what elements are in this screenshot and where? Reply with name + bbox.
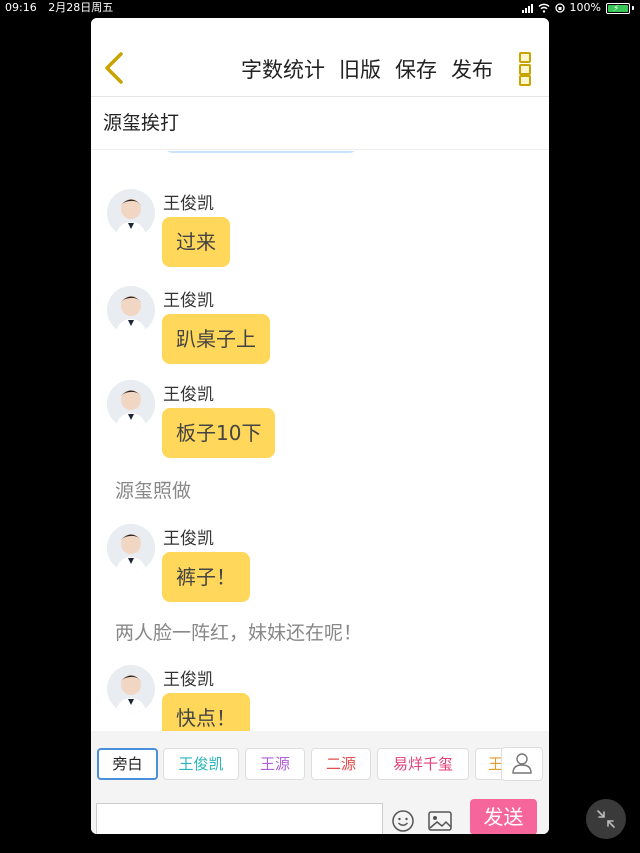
battery-percent: 100% bbox=[569, 1, 601, 14]
speaker-name: 王俊凯 bbox=[163, 194, 214, 214]
add-role-button[interactable] bbox=[501, 747, 543, 781]
battery-icon: ⚡ bbox=[606, 2, 630, 14]
send-button[interactable]: 发送 bbox=[470, 799, 537, 834]
smiley-icon[interactable] bbox=[391, 809, 415, 833]
composer-bar: 旁白 王俊凯 王源 二源 易烊千玺 王 发送 bbox=[91, 731, 549, 834]
cellular-signal-icon bbox=[521, 3, 533, 13]
top-toolbar: 字数统计 旧版 保存 发布 bbox=[91, 18, 549, 97]
publish-button[interactable]: 发布 bbox=[451, 54, 493, 84]
status-bar: 09:16 2月28日周五 100% ⚡ bbox=[0, 0, 640, 16]
role-chip-wangyuan[interactable]: 王源 bbox=[245, 748, 305, 780]
narration-text[interactable]: 源玺照做 bbox=[115, 476, 191, 503]
back-button[interactable] bbox=[101, 51, 127, 85]
role-chip-yiyangqianxi[interactable]: 易烊千玺 bbox=[377, 748, 469, 780]
role-selector: 旁白 王俊凯 王源 二源 易烊千玺 王 bbox=[97, 748, 537, 780]
avatar bbox=[107, 665, 155, 713]
story-title[interactable]: 源玺挨打 bbox=[91, 97, 549, 150]
role-chip-narrator[interactable]: 旁白 bbox=[97, 748, 158, 780]
editor-panel: 字数统计 旧版 保存 发布 源玺挨打 王俊凯 过来 王俊凯 趴桌子上 王俊凯 板… bbox=[91, 18, 549, 834]
message-bubble[interactable]: 快点！ bbox=[162, 693, 250, 731]
rotation-lock-icon bbox=[554, 3, 565, 13]
message-bubble[interactable]: 裤子！ bbox=[162, 552, 250, 602]
partial-bubble bbox=[163, 151, 359, 153]
avatar bbox=[107, 524, 155, 572]
more-vertical-icon bbox=[519, 52, 531, 63]
narration-text[interactable]: 两人脸一阵红，妹妹还在呢！ bbox=[115, 618, 362, 645]
speaker-name: 王俊凯 bbox=[163, 529, 214, 549]
person-icon bbox=[512, 753, 532, 774]
word-count-button[interactable]: 字数统计 bbox=[241, 54, 325, 84]
speaker-name: 王俊凯 bbox=[163, 385, 214, 405]
more-button[interactable] bbox=[519, 52, 531, 86]
message-bubble[interactable]: 趴桌子上 bbox=[162, 314, 270, 364]
role-chip-eryuan[interactable]: 二源 bbox=[311, 748, 371, 780]
message-bubble[interactable]: 过来 bbox=[162, 217, 230, 267]
status-right: 100% ⚡ bbox=[521, 0, 634, 16]
toolbar-actions: 字数统计 旧版 保存 发布 bbox=[241, 54, 493, 84]
wifi-icon bbox=[538, 3, 550, 13]
old-version-button[interactable]: 旧版 bbox=[339, 54, 381, 84]
avatar bbox=[107, 189, 155, 237]
collapse-icon bbox=[597, 810, 615, 828]
image-icon[interactable] bbox=[427, 809, 453, 833]
save-button[interactable]: 保存 bbox=[395, 54, 437, 84]
chat-area[interactable]: 王俊凯 过来 王俊凯 趴桌子上 王俊凯 板子10下 源玺照做 王俊凯 裤子！ 两… bbox=[91, 151, 549, 731]
speaker-name: 王俊凯 bbox=[163, 291, 214, 311]
message-bubble[interactable]: 板子10下 bbox=[162, 408, 276, 458]
message-input[interactable] bbox=[96, 803, 383, 834]
status-left: 09:16 2月28日周五 bbox=[5, 0, 121, 16]
role-chip-wangjunkai[interactable]: 王俊凯 bbox=[163, 748, 239, 780]
avatar bbox=[107, 286, 155, 334]
status-time: 09:16 bbox=[5, 1, 37, 14]
speaker-name: 王俊凯 bbox=[163, 670, 214, 690]
collapse-float-button[interactable] bbox=[586, 799, 626, 839]
avatar bbox=[107, 380, 155, 428]
status-date: 2月28日周五 bbox=[48, 1, 114, 14]
